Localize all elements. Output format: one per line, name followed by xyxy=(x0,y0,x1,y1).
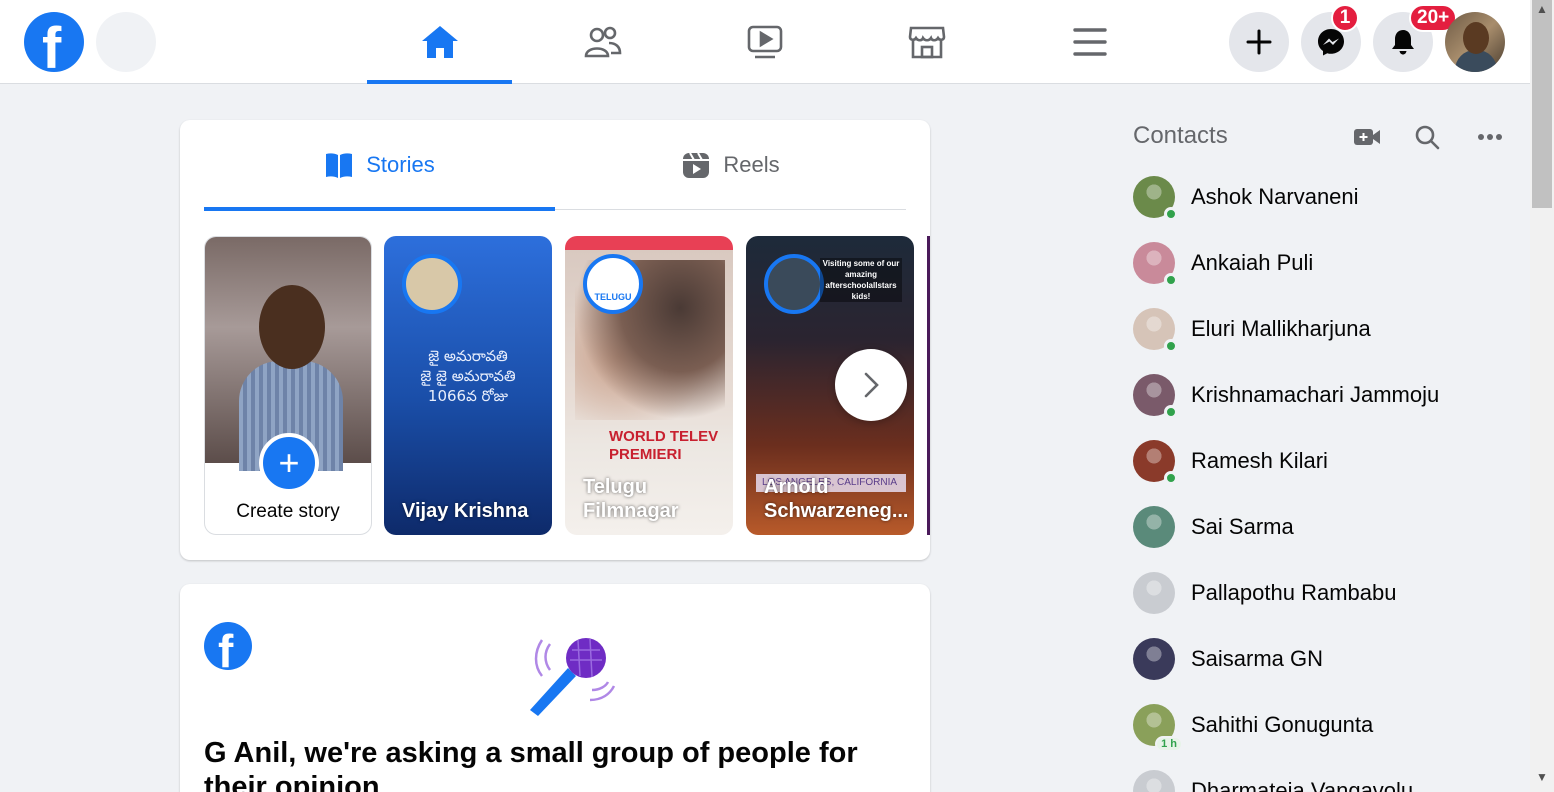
contacts-options-button[interactable] xyxy=(1475,122,1505,152)
contact-name: Saisarma GN xyxy=(1191,646,1324,671)
search-contacts-button[interactable] xyxy=(1412,122,1442,152)
contact-item[interactable]: Dharmateja Vangavolu xyxy=(1124,761,1514,792)
survey-title: G Anil, we're asking a small group of pe… xyxy=(204,737,858,792)
friends-icon xyxy=(584,26,621,58)
add-story-plus-icon[interactable]: + xyxy=(259,433,319,493)
story-author-name: Telugu Filmnagar xyxy=(583,476,679,522)
contact-item[interactable]: Ashok Narvaneni xyxy=(1124,167,1514,227)
contact-name: Ashok Narvaneni xyxy=(1191,184,1359,209)
notifications-button[interactable]: 20+ xyxy=(1373,4,1458,72)
contact-item[interactable]: 1 h Sahithi Gonugunta xyxy=(1124,695,1514,755)
story-author-name: Vijay Krishna xyxy=(402,500,529,522)
reels-icon xyxy=(683,152,710,178)
create-story-card[interactable]: + Create story xyxy=(204,236,372,535)
tab-reels-label: Reels xyxy=(723,152,780,177)
stories-card: Stories Reels + Create story జై అమరావతి … xyxy=(180,120,930,560)
story-vijay-krishna[interactable]: జై అమరావతి జై జై అమరావతి 1066వ రోజు Vija… xyxy=(384,236,552,535)
contact-item[interactable]: Pallapothu Rambabu xyxy=(1124,563,1514,623)
profile-photo xyxy=(205,237,371,471)
contact-name: Ramesh Kilari xyxy=(1191,448,1328,473)
story-author-avatar xyxy=(764,254,824,314)
story-overlay-text: Visiting some of our amazing afterschool… xyxy=(820,258,902,302)
nav-tab-marketplace[interactable] xyxy=(854,0,999,84)
contact-name: Sai Sarma xyxy=(1191,514,1294,539)
contact-name: Dharmateja Vangavolu xyxy=(1191,778,1414,792)
last-active-badge: 1 h xyxy=(1155,736,1183,752)
contact-avatar xyxy=(1133,506,1175,548)
bell-icon xyxy=(1392,30,1414,55)
home-icon xyxy=(421,26,458,58)
messenger-button[interactable]: 1 xyxy=(1301,4,1361,72)
video-camera-icon xyxy=(1354,129,1380,145)
contact-avatar xyxy=(1133,374,1178,419)
tab-stories-label: Stories xyxy=(366,152,435,177)
survey-card: f G Anil, we're asking a small group of … xyxy=(180,584,930,792)
contact-avatar xyxy=(1133,770,1175,792)
facebook-logo-icon[interactable]: f xyxy=(24,12,84,72)
contact-item[interactable]: Saisarma GN xyxy=(1124,629,1514,689)
story-author-avatar xyxy=(402,254,462,314)
nav-tab-friends[interactable] xyxy=(530,0,675,84)
chevron-right-icon xyxy=(864,372,879,398)
scroll-up-arrow-icon[interactable]: ▲ xyxy=(1536,2,1548,16)
contact-item[interactable]: Ramesh Kilari xyxy=(1124,431,1514,491)
contact-avatar xyxy=(1133,638,1175,680)
search-button[interactable] xyxy=(96,12,156,72)
video-icon xyxy=(747,25,782,59)
stories-reels-tabs: Stories Reels xyxy=(204,120,906,211)
tab-reels[interactable]: Reels xyxy=(555,120,906,210)
contact-avatar xyxy=(1133,242,1178,287)
online-status-indicator xyxy=(1164,207,1178,221)
online-status-indicator xyxy=(1164,339,1178,353)
contact-name: Pallapothu Rambabu xyxy=(1191,580,1397,605)
story-partial[interactable] xyxy=(927,236,930,535)
search-icon xyxy=(1415,125,1440,150)
more-dots-icon xyxy=(1478,134,1502,140)
nav-tab-home[interactable] xyxy=(367,0,512,84)
contact-name: Krishnamachari Jammoju xyxy=(1191,382,1440,407)
online-status-indicator xyxy=(1164,405,1178,419)
microphone-icon xyxy=(530,638,616,716)
book-open-icon xyxy=(326,153,353,178)
contact-item[interactable]: Eluri Mallikharjuna xyxy=(1124,299,1514,359)
contact-avatar xyxy=(1133,572,1175,614)
marketplace-icon xyxy=(908,26,945,59)
contact-item[interactable]: Ankaiah Puli xyxy=(1124,233,1514,293)
next-stories-button[interactable] xyxy=(835,349,907,421)
create-story-label: Create story xyxy=(236,501,340,522)
contact-avatar xyxy=(1133,176,1178,221)
nav-tab-watch[interactable] xyxy=(692,0,837,84)
new-room-button[interactable] xyxy=(1352,122,1382,152)
contact-name: Sahithi Gonugunta xyxy=(1191,712,1374,737)
contact-avatar xyxy=(1133,440,1178,485)
messenger-unread-badge: 1 xyxy=(1331,4,1359,32)
plus-icon xyxy=(1246,29,1272,55)
hamburger-menu-icon xyxy=(1072,28,1107,56)
create-button[interactable] xyxy=(1229,12,1289,72)
story-author-name: Arnold Schwarzeneg... xyxy=(764,476,909,522)
story-author-avatar: TELUGU xyxy=(583,254,643,314)
online-status-indicator xyxy=(1164,471,1178,485)
scroll-down-arrow-icon[interactable]: ▼ xyxy=(1536,770,1548,784)
contact-name: Ankaiah Puli xyxy=(1191,250,1314,275)
facebook-logo-icon: f xyxy=(204,622,252,670)
contact-avatar xyxy=(1133,308,1178,353)
story-text: జై అమరావతి జై జై అమరావతి 1066వ రోజు xyxy=(420,347,516,405)
top-navigation-bar: f 1 20+ xyxy=(0,0,1530,84)
contact-item[interactable]: Sai Sarma xyxy=(1124,497,1514,557)
online-status-indicator xyxy=(1164,273,1178,287)
contact-name: Eluri Mallikharjuna xyxy=(1191,316,1371,341)
scrollbar-thumb[interactable] xyxy=(1532,0,1552,208)
contact-item[interactable]: Krishnamachari Jammoju xyxy=(1124,365,1514,425)
nav-tab-menu[interactable] xyxy=(1017,0,1162,84)
contact-avatar: 1 h xyxy=(1133,704,1183,752)
contacts-header: Contacts xyxy=(1133,122,1228,149)
account-avatar[interactable] xyxy=(1445,12,1505,72)
poster-text: WORLD TELEV PREMIERI xyxy=(609,428,719,463)
story-telugu-filmnagar[interactable]: TELUGU WORLD TELEV PREMIERI Telugu Filmn… xyxy=(565,236,733,535)
tab-stories[interactable]: Stories xyxy=(204,120,555,211)
